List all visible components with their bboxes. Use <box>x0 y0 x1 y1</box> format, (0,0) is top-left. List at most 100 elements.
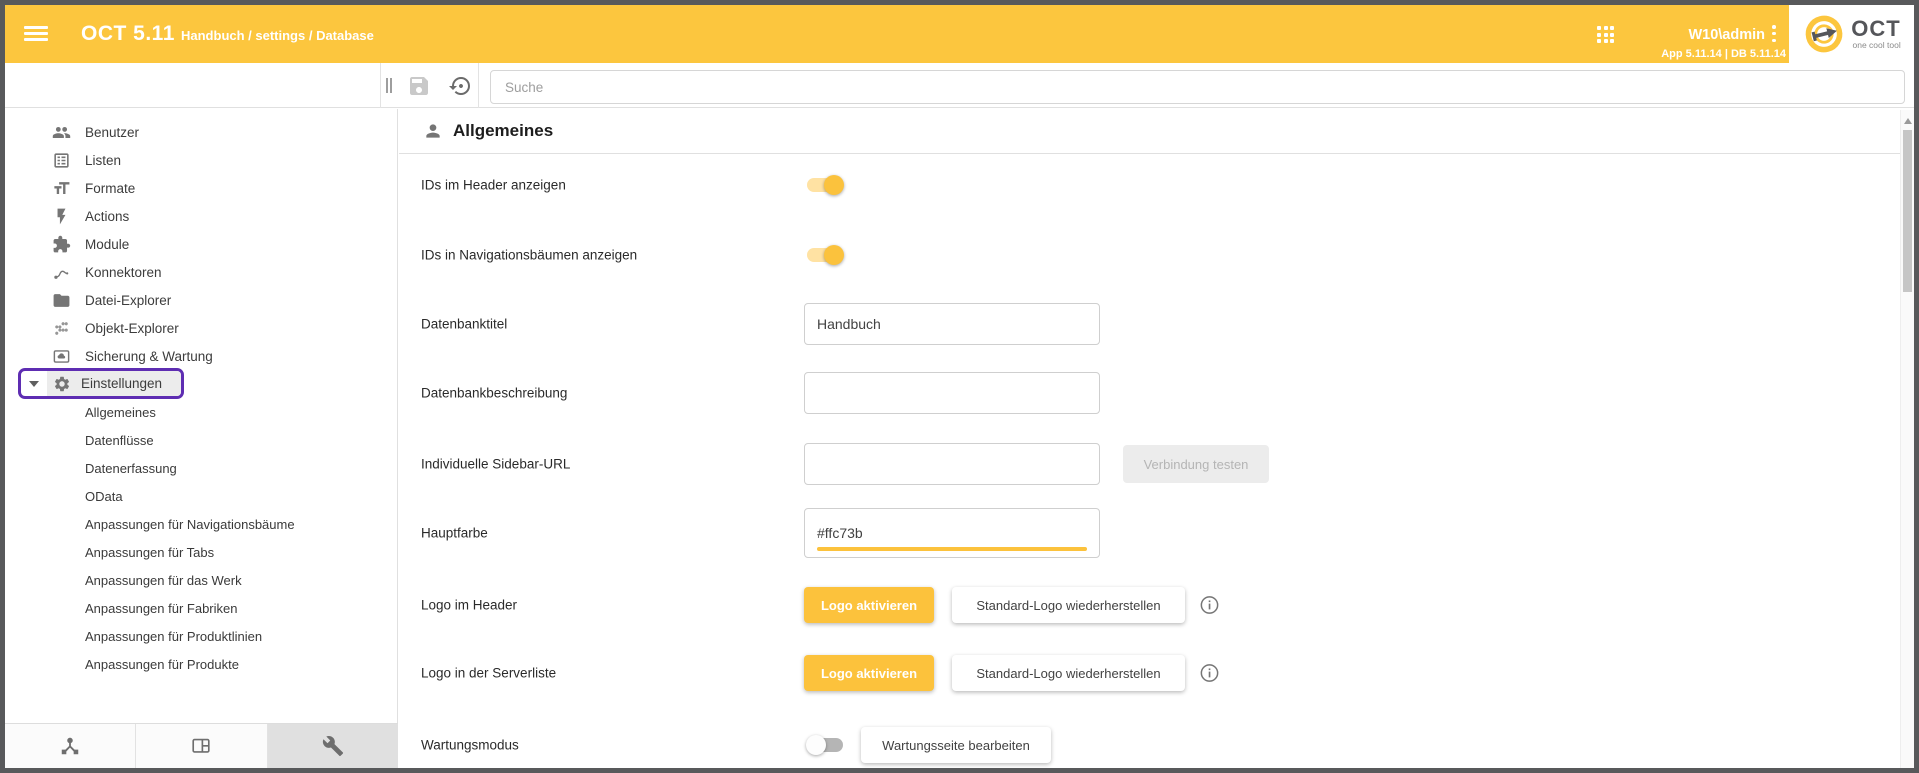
setting-row: Individuelle Sidebar-URL Verbindung test… <box>399 443 1900 485</box>
grid-dots-icon <box>52 319 71 338</box>
scrollbar-thumb[interactable] <box>1903 130 1912 292</box>
folder-icon <box>52 291 71 310</box>
sidebar-subitem-fabriken[interactable]: Anpassungen für Fabriken <box>5 594 396 622</box>
users-icon <box>52 123 71 142</box>
sidebar-item-konnektoren[interactable]: Konnektoren <box>5 258 396 286</box>
expander-caret-icon[interactable] <box>29 381 39 387</box>
logo-tagline: one cool tool <box>1853 41 1901 50</box>
sidebar-subitem-datenfluesse[interactable]: Datenflüsse <box>5 426 396 454</box>
sidebar-subitem-odata[interactable]: OData <box>5 482 396 510</box>
breadcrumb: Handbuch / settings / Database <box>181 28 374 43</box>
layout-panels-icon <box>190 735 212 757</box>
search-input[interactable] <box>490 70 1905 104</box>
setting-row: Logo im Header Logo aktivieren Standard-… <box>399 587 1900 623</box>
hauptfarbe-field <box>804 508 1100 558</box>
sidebar-item-benutzer[interactable]: Benutzer <box>5 118 396 146</box>
puzzle-icon <box>52 235 71 254</box>
oct-ring-logo-icon <box>1802 12 1846 56</box>
wartungsseite-bearbeiten-button[interactable]: Wartungsseite bearbeiten <box>861 727 1051 763</box>
sidebar-item-listen[interactable]: Listen <box>5 146 396 174</box>
sidebar-item-einstellungen[interactable]: Einstellungen <box>5 370 396 398</box>
toolbar <box>5 63 1914 108</box>
sidebar-subitem-das-werk[interactable]: Anpassungen für das Werk <box>5 566 396 594</box>
vertical-scrollbar <box>1900 110 1914 768</box>
route-icon <box>52 263 71 282</box>
tree-hub-icon <box>59 735 81 757</box>
setting-label: Individuelle Sidebar-URL <box>421 457 570 472</box>
setting-label: Logo in der Serverliste <box>421 666 556 681</box>
sidebar-url-input[interactable] <box>804 443 1100 485</box>
save-icon[interactable] <box>407 74 431 98</box>
toolbar-divider <box>380 63 381 108</box>
datenbanktitel-input[interactable] <box>804 303 1100 345</box>
sidebar-item-datei-explorer[interactable]: Datei-Explorer <box>5 286 396 314</box>
user-menu-kebab-icon[interactable] <box>1772 25 1776 45</box>
ids-in-navtrees-toggle[interactable] <box>804 245 844 265</box>
sidebar-item-objekt-explorer[interactable]: Objekt-Explorer <box>5 314 396 342</box>
sidebar-item-formate[interactable]: Formate <box>5 174 396 202</box>
history-restore-icon[interactable] <box>449 74 473 98</box>
panel-splitter-handle[interactable] <box>386 78 396 93</box>
gear-icon <box>53 375 71 393</box>
wrench-icon <box>322 735 344 757</box>
tab-tree-view[interactable] <box>5 724 136 768</box>
setting-row: IDs im Header anzeigen <box>399 175 1900 195</box>
verbindung-testen-button[interactable]: Verbindung testen <box>1123 445 1269 483</box>
logo-text: OCT <box>1851 18 1900 40</box>
sidebar-subitem-tabs[interactable]: Anpassungen für Tabs <box>5 538 396 566</box>
sidebar-subitem-produkte[interactable]: Anpassungen für Produkte <box>5 650 396 678</box>
sidebar-subitem-datenerfassung[interactable]: Datenerfassung <box>5 454 396 482</box>
wartungsmodus-toggle[interactable] <box>806 735 846 755</box>
hamburger-menu-icon[interactable] <box>24 26 48 42</box>
app-title: OCT 5.11 <box>81 22 175 46</box>
section-title: Allgemeines <box>453 121 553 141</box>
standard-logo-wiederherstellen-button[interactable]: Standard-Logo wiederherstellen <box>952 587 1185 623</box>
info-icon[interactable] <box>1199 663 1220 684</box>
logo-aktivieren-button[interactable]: Logo aktivieren <box>804 587 934 623</box>
setting-row: Datenbanktitel <box>399 303 1900 345</box>
sidebar-item-sicherung-wartung[interactable]: Sicherung & Wartung <box>5 342 396 370</box>
scrollbar-up-arrow[interactable] <box>1904 118 1912 124</box>
setting-row: Logo in der Serverliste Logo aktivieren … <box>399 655 1900 691</box>
sidebar-item-actions[interactable]: Actions <box>5 202 396 230</box>
brand-logo: OCT one cool tool <box>1789 5 1914 63</box>
tab-layout-view[interactable] <box>136 724 267 768</box>
setting-row: IDs in Navigationsbäumen anzeigen <box>399 245 1900 265</box>
ids-im-header-toggle[interactable] <box>804 175 844 195</box>
list-icon <box>52 151 71 170</box>
sidebar-item-label: Einstellungen <box>81 376 162 391</box>
flash-icon <box>52 207 71 226</box>
sidebar-subitem-navigationsbaeume[interactable]: Anpassungen für Navigationsbäume <box>5 510 396 538</box>
setting-row: Hauptfarbe <box>399 508 1900 558</box>
backup-icon <box>52 347 71 366</box>
version-info: App 5.11.14 | DB 5.11.14 <box>1661 48 1786 60</box>
sidebar-bottom-tabs <box>5 723 398 768</box>
app-header: OCT 5.11 Handbuch / settings / Database … <box>5 5 1914 63</box>
sidebar: Benutzer Listen Formate Actions Module <box>5 109 398 768</box>
color-preview-bar <box>817 547 1087 552</box>
sidebar-subitem-allgemeines[interactable]: Allgemeines <box>5 398 396 426</box>
setting-row: Datenbankbeschreibung <box>399 372 1900 414</box>
apps-grid-icon[interactable] <box>1597 26 1614 43</box>
selection-highlight-box: Einstellungen <box>18 368 184 399</box>
setting-label: IDs in Navigationsbäumen anzeigen <box>421 248 637 263</box>
sidebar-item-module[interactable]: Module <box>5 230 396 258</box>
format-size-icon <box>52 179 71 198</box>
logo-aktivieren-button[interactable]: Logo aktivieren <box>804 655 934 691</box>
setting-label: IDs im Header anzeigen <box>421 178 566 193</box>
standard-logo-wiederherstellen-button[interactable]: Standard-Logo wiederherstellen <box>952 655 1185 691</box>
setting-label: Logo im Header <box>421 598 517 613</box>
info-icon[interactable] <box>1199 595 1220 616</box>
user-name[interactable]: W10\admin <box>1665 27 1765 43</box>
datenbankbeschreibung-input[interactable] <box>804 372 1100 414</box>
app-window: OCT 5.11 Handbuch / settings / Database … <box>0 0 1919 773</box>
setting-label: Hauptfarbe <box>421 526 488 541</box>
settings-panel: Allgemeines IDs im Header anzeigen IDs i… <box>399 110 1900 768</box>
tab-settings-view[interactable] <box>268 724 398 768</box>
section-header: Allgemeines <box>399 110 1900 154</box>
sidebar-subitem-produktlinien[interactable]: Anpassungen für Produktlinien <box>5 622 396 650</box>
setting-label: Wartungsmodus <box>421 738 519 753</box>
setting-label: Datenbanktitel <box>421 317 507 332</box>
person-icon <box>423 121 443 141</box>
setting-label: Datenbankbeschreibung <box>421 386 567 401</box>
